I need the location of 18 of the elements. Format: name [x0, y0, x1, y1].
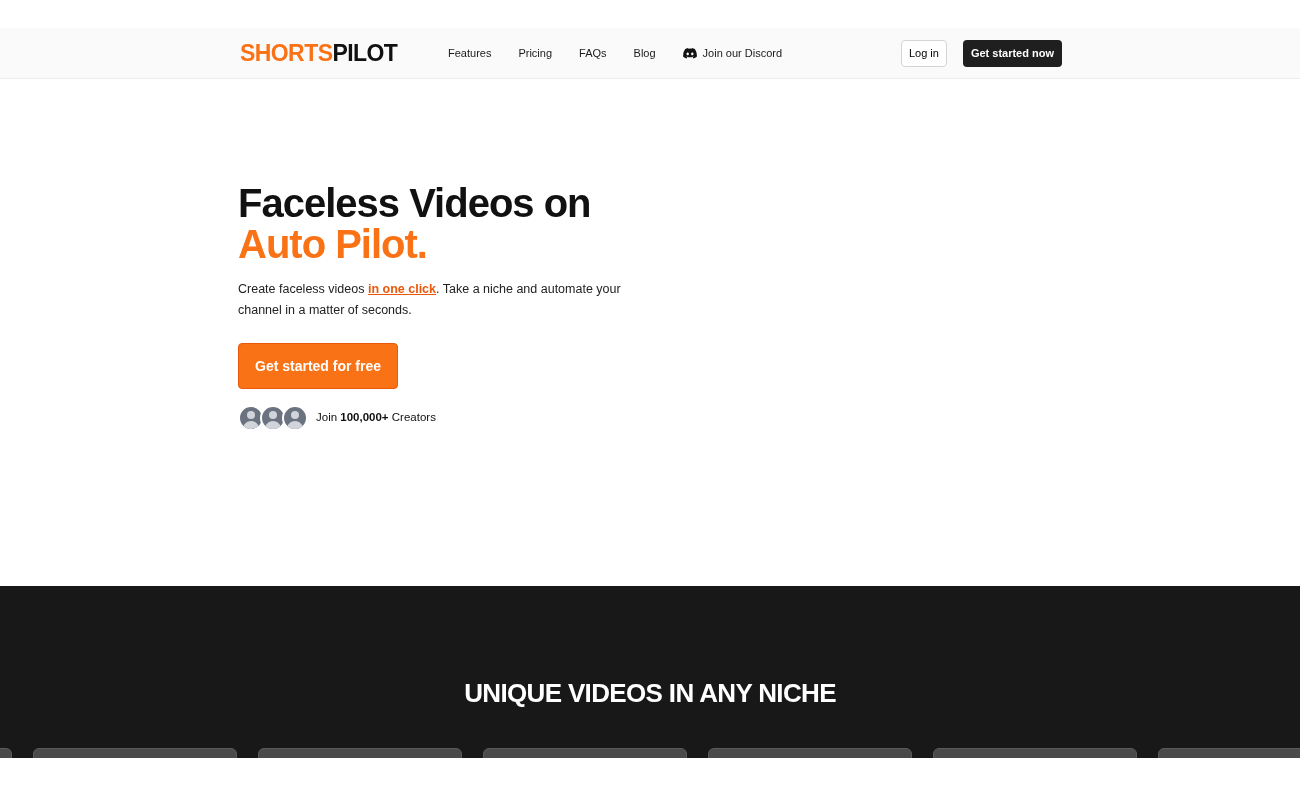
get-started-button[interactable]: Get started now	[962, 39, 1062, 67]
avatar	[238, 405, 264, 431]
nav-link[interactable]: Blog	[633, 44, 656, 62]
logo-text: PILOT	[332, 38, 398, 68]
avatar	[282, 405, 308, 431]
section-title: UNIQUE VIDEOS IN ANY NICHE	[463, 677, 837, 710]
logo-text: SHORTS	[240, 38, 333, 68]
social-proof-text: Join 100,000+ Creators	[316, 410, 436, 426]
hero-description: Create faceless videos in one click. Take a niche and automate your channel in a matter of seconds.	[238, 281, 622, 319]
avatar	[260, 405, 286, 431]
discord-icon	[682, 47, 697, 59]
nav-link[interactable]: FAQs	[579, 44, 607, 62]
login-button[interactable]: Log in	[900, 39, 947, 67]
nav-link[interactable]: Pricing	[518, 44, 553, 62]
hero-title-accent: Auto Pilot.	[238, 224, 428, 265]
discord-link[interactable]: Join our Discord	[682, 44, 783, 62]
nav-link[interactable]: Features	[448, 44, 492, 62]
hero-title: Faceless Videos on	[238, 183, 592, 224]
